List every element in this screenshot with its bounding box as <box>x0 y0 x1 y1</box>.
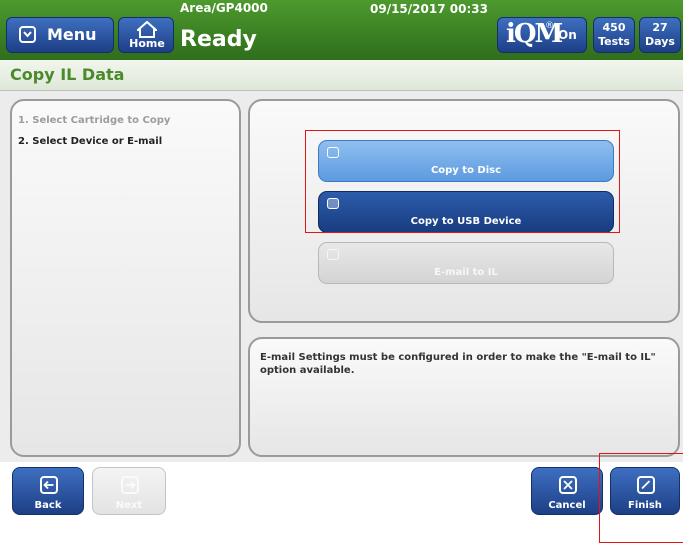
menu-button[interactable]: Menu <box>6 17 114 53</box>
iqm-button[interactable]: iQM ® On <box>497 17 587 53</box>
tests-counter-button[interactable]: 450 Tests <box>593 17 635 53</box>
next-button[interactable]: Next <box>92 467 166 515</box>
home-icon <box>137 21 157 38</box>
days-label: Days <box>645 35 675 48</box>
home-button[interactable]: Home <box>118 17 174 53</box>
email-to-il-label: E-mail to IL <box>434 267 498 278</box>
page-title: Copy IL Data <box>10 65 125 84</box>
iqm-registered-mark: ® <box>545 21 554 31</box>
back-label: Back <box>34 500 62 511</box>
status-text: Ready <box>180 27 257 52</box>
days-counter-button[interactable]: 27 Days <box>639 17 681 53</box>
title-bar: Copy IL Data <box>0 60 683 91</box>
chevron-down-icon <box>19 26 36 43</box>
next-label: Next <box>115 500 143 511</box>
step-select-cartridge: 1. Select Cartridge to Copy <box>18 115 171 126</box>
back-button[interactable]: Back <box>12 467 84 515</box>
email-to-il-button[interactable]: E-mail to IL <box>318 242 614 284</box>
cancel-button[interactable]: Cancel <box>531 467 603 515</box>
email-settings-message: E-mail Settings must be configured in or… <box>260 352 656 376</box>
iqm-state: On <box>558 28 577 42</box>
tests-count: 450 <box>602 21 626 34</box>
area-label: Area/GP4000 <box>180 1 268 15</box>
steps-panel: 1. Select Cartridge to Copy 2. Select De… <box>10 99 241 457</box>
home-label: Home <box>129 37 165 50</box>
step-select-device: 2. Select Device or E-mail <box>18 136 163 147</box>
days-count: 27 <box>652 21 668 34</box>
highlight-box-copy-options <box>305 130 620 233</box>
top-header: Menu Home Area/GP4000 Ready 09/15/2017 0… <box>0 0 683 60</box>
message-panel: E-mail Settings must be configured in or… <box>248 337 680 457</box>
datetime: 09/15/2017 00:33 <box>370 2 488 16</box>
tests-label: Tests <box>598 35 630 48</box>
highlight-box-finish <box>599 453 683 543</box>
radio-icon <box>327 249 339 260</box>
cancel-label: Cancel <box>548 500 586 511</box>
close-icon <box>559 476 577 494</box>
menu-label: Menu <box>47 25 97 44</box>
arrow-left-icon <box>40 476 58 494</box>
arrow-right-icon <box>121 476 139 494</box>
